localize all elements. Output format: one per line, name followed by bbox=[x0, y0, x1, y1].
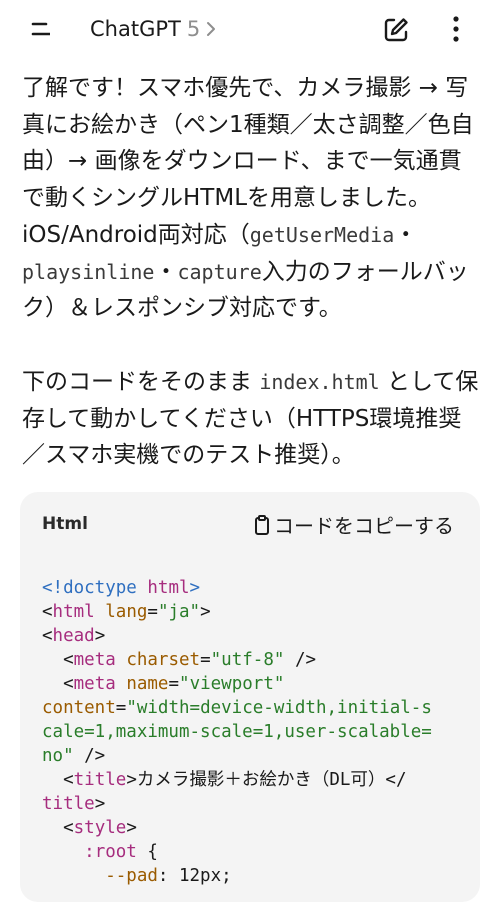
menu-button[interactable] bbox=[20, 14, 68, 44]
message-text: ・ bbox=[394, 221, 418, 248]
inline-code: playsinline bbox=[22, 259, 155, 284]
code-token: < bbox=[63, 770, 74, 790]
code-language-label: Html bbox=[42, 514, 88, 534]
clipboard-icon bbox=[255, 514, 269, 535]
code-token: { bbox=[136, 842, 158, 862]
code-token: > bbox=[200, 602, 211, 622]
code-token: "ja" bbox=[157, 602, 201, 622]
message-text: ・ bbox=[154, 258, 178, 285]
code-token: = bbox=[168, 674, 180, 694]
inline-code: index.html bbox=[259, 369, 380, 394]
code-token: < bbox=[63, 674, 74, 694]
top-app-bar: ChatGPT 5 bbox=[0, 0, 500, 58]
code-token: = bbox=[200, 650, 211, 670]
code-token: content bbox=[42, 698, 116, 718]
code-token: : 12px; bbox=[157, 866, 232, 886]
code-token: head bbox=[52, 626, 95, 646]
message-text: 下のコードをそのまま bbox=[22, 368, 252, 395]
code-token: charset bbox=[126, 650, 201, 670]
code-token: < bbox=[42, 602, 53, 622]
model-selector[interactable]: ChatGPT 5 bbox=[90, 14, 217, 44]
code-token: title bbox=[42, 794, 95, 814]
new-chat-icon bbox=[384, 18, 408, 42]
code-token: --pad bbox=[105, 866, 158, 886]
copy-code-label: コードをコピーする bbox=[274, 514, 454, 538]
code-token: no" bbox=[42, 746, 74, 766]
code-block: Html コードをコピーする <!doctype html> <html lan… bbox=[20, 492, 480, 902]
code-token: > bbox=[189, 578, 201, 598]
assistant-message: 了解です！スマホ優先で、カメラ撮影 → 写真にお絵かき（ペン1種類／太さ調整／色… bbox=[22, 70, 482, 474]
code-token: = bbox=[115, 698, 127, 718]
chevron-right-icon bbox=[205, 21, 217, 37]
code-token: > bbox=[126, 770, 137, 790]
code-token: /> bbox=[73, 746, 106, 766]
code-token: style bbox=[73, 818, 127, 838]
message-paragraph: 下のコードをそのまま index.html として保存して動かしてください（HT… bbox=[22, 364, 482, 474]
copy-code-button[interactable]: コードをコピーする bbox=[252, 510, 454, 539]
menu-icon bbox=[31, 22, 50, 36]
code-token: :root bbox=[84, 842, 137, 862]
code-token: = bbox=[147, 602, 158, 622]
code-token: < bbox=[63, 650, 74, 670]
code-token: "utf-8" bbox=[210, 650, 285, 670]
inline-code: capture bbox=[177, 259, 262, 284]
more-options-button[interactable] bbox=[440, 12, 472, 46]
model-version: 5 bbox=[186, 17, 201, 41]
code-token: meta bbox=[73, 650, 116, 670]
code-token: lang bbox=[105, 602, 148, 622]
code-token: html bbox=[52, 602, 95, 622]
more-vertical-icon bbox=[453, 16, 459, 42]
code-token: > bbox=[126, 818, 137, 838]
code-token: > bbox=[94, 794, 106, 814]
code-token: "width=device-width,initial-s bbox=[126, 698, 432, 718]
code-token: < bbox=[42, 626, 53, 646]
code-token: < bbox=[63, 818, 74, 838]
app-title: ChatGPT bbox=[90, 17, 181, 41]
code-token: "viewport" bbox=[179, 674, 285, 694]
code-token: title bbox=[73, 770, 127, 790]
code-token: > bbox=[94, 626, 106, 646]
code-token: html bbox=[147, 578, 190, 598]
code-content: <!doctype html> <html lang="ja"> <head> … bbox=[42, 576, 462, 888]
inline-code: getUserMedia bbox=[249, 222, 395, 247]
code-token: name bbox=[126, 674, 169, 694]
code-token: cale=1,maximum-scale=1,user-scalable= bbox=[42, 722, 432, 742]
code-token: /> bbox=[284, 650, 317, 670]
code-token: meta bbox=[73, 674, 116, 694]
code-token: カメラ撮影＋お絵かき（DL可）</ bbox=[136, 770, 407, 790]
new-chat-button[interactable] bbox=[380, 14, 412, 46]
code-token: <!doctype bbox=[42, 578, 137, 598]
message-paragraph: 了解です！スマホ優先で、カメラ撮影 → 写真にお絵かき（ペン1種類／太さ調整／色… bbox=[22, 70, 482, 327]
